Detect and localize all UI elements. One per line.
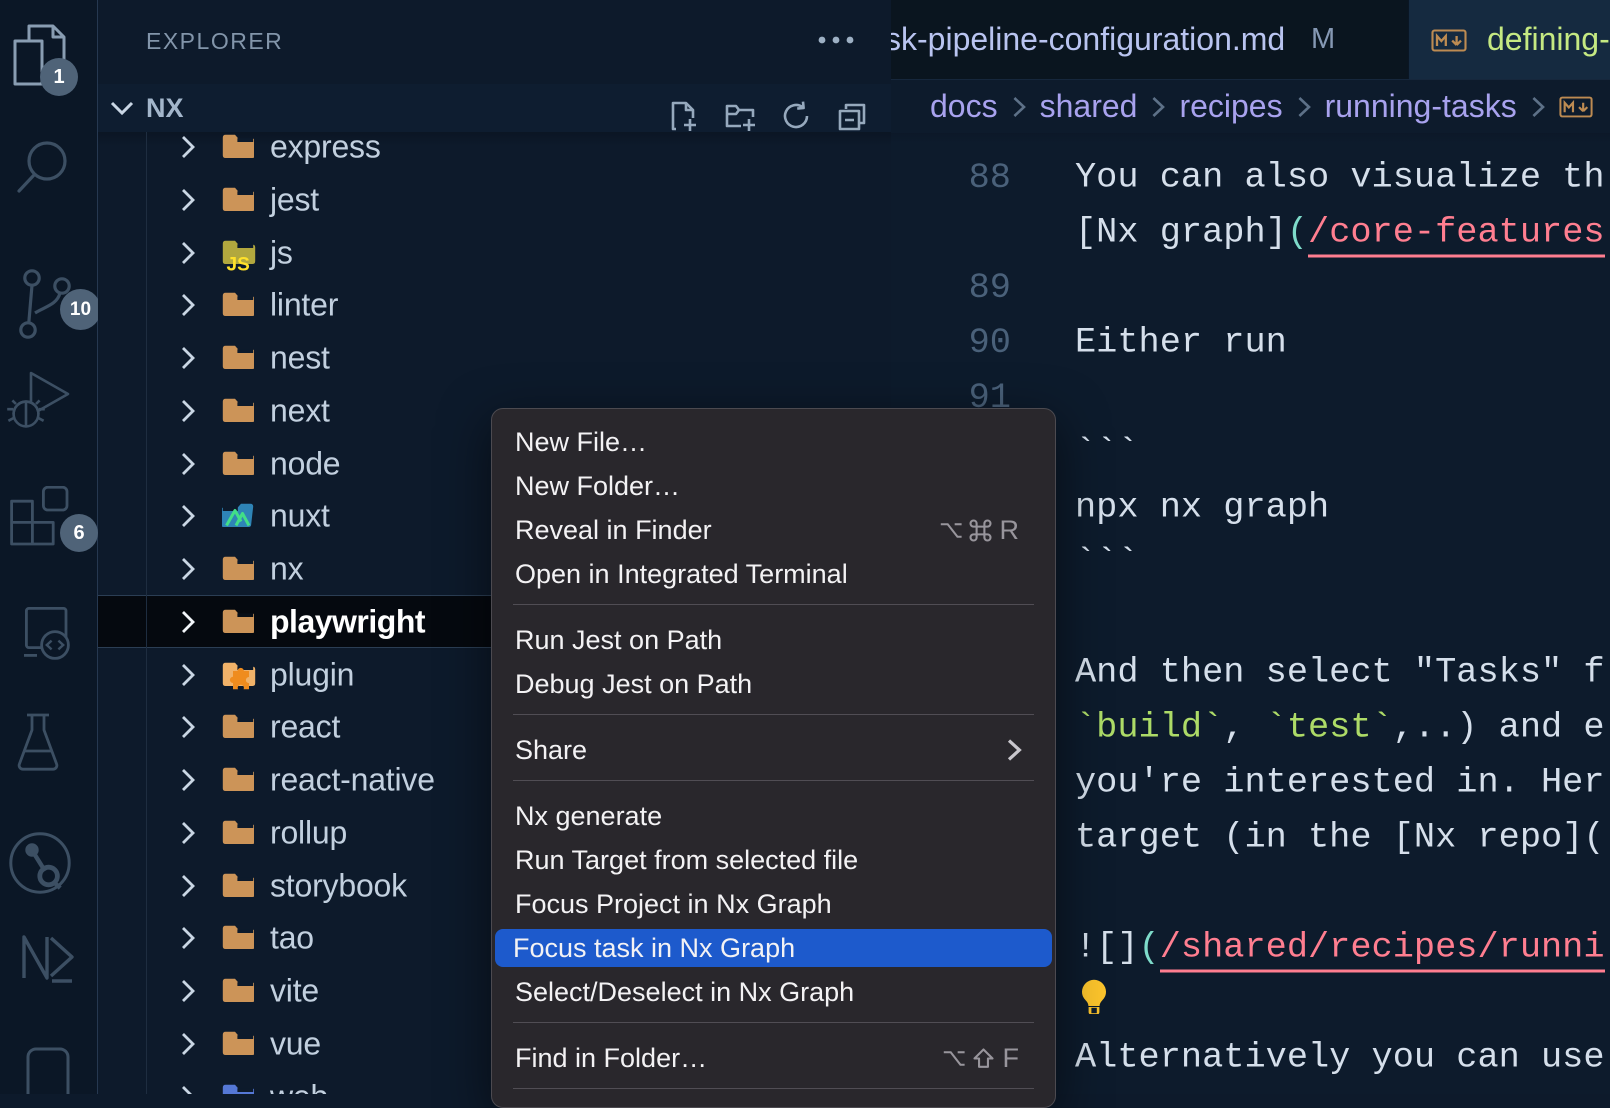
svg-text:JS: JS [227, 254, 250, 275]
